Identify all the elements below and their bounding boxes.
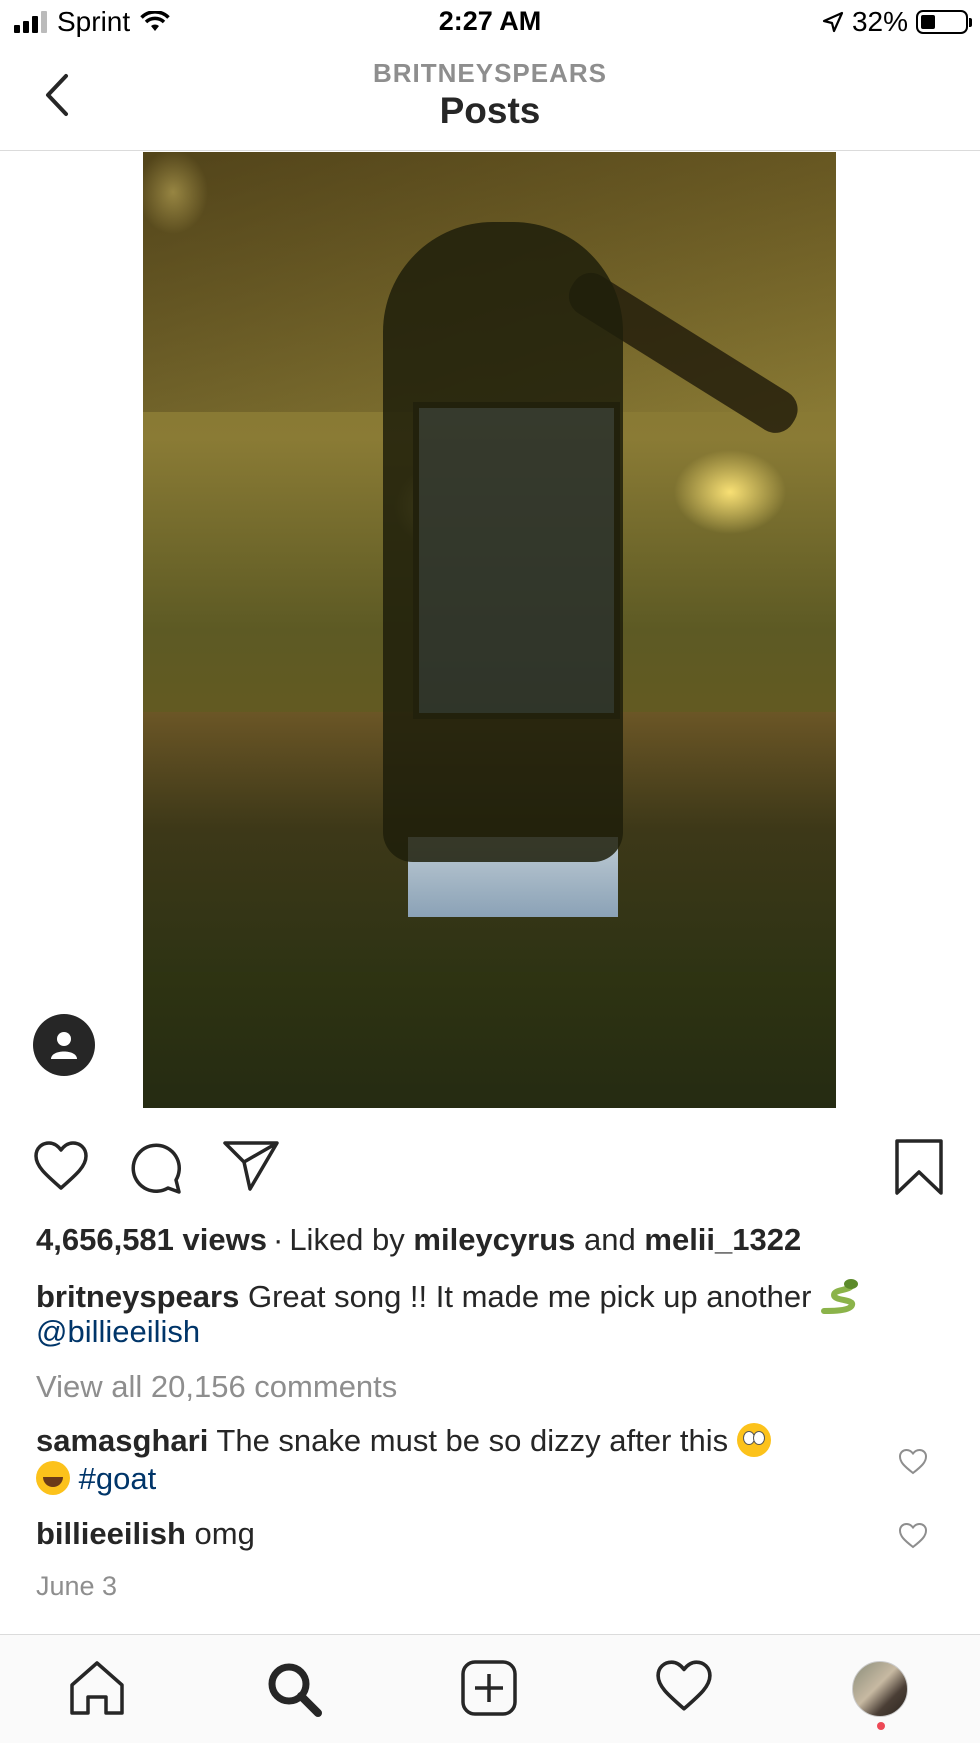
battery-icon [916,10,972,34]
profile-username[interactable]: BRITNEYSPEARS [0,58,980,89]
comment-item: samasghari The snake must be so dizzy af… [36,1423,771,1459]
engagement-line: 4,656,581 views · Liked by mileycyrus and … [36,1222,801,1258]
liked-by-label: Liked by [289,1222,405,1257]
snake-emoji-icon [821,1279,859,1314]
paper-plane-icon[interactable] [222,1138,280,1192]
comment-item: billieeilish omg [36,1516,255,1552]
tagged-users-button[interactable] [33,1014,95,1076]
status-bar: Sprint 2:27 AM 32% [0,0,980,46]
comment-like-heart-icon[interactable] [898,1522,928,1550]
laughing-emoji-icon [36,1461,70,1495]
status-right: 32% [822,6,972,38]
nav-header: BRITNEYSPEARS Posts [0,46,980,151]
page-title: Posts [439,90,541,131]
liker-username[interactable]: melii_1322 [644,1222,801,1257]
comment-hashtag[interactable]: #goat [79,1461,157,1496]
video-figure [383,222,623,862]
plus-square-icon[interactable] [460,1659,518,1717]
location-arrow-icon [822,11,844,33]
comment-text: The snake must be so dizzy after this [216,1423,729,1458]
caption-username[interactable]: britneyspears [36,1279,239,1314]
comment-username[interactable]: samasghari [36,1423,208,1458]
separator-dot: · [272,1222,284,1257]
bottom-tab-bar [0,1634,980,1743]
comment-item-continuation: #goat [36,1461,156,1497]
search-icon[interactable] [264,1659,324,1719]
liker-username[interactable]: mileycyrus [413,1222,575,1257]
caption-mention[interactable]: @billieeilish [36,1314,200,1350]
comment-username[interactable]: billieeilish [36,1516,186,1551]
and-label: and [584,1222,636,1257]
heart-icon[interactable] [33,1140,89,1192]
heart-icon[interactable] [655,1659,713,1713]
caption: britneyspears Great song !! It made me p… [36,1277,860,1315]
battery-percent: 32% [851,6,908,37]
speech-bubble-icon[interactable] [128,1140,184,1196]
caption-text: Great song !! It made me pick up another [247,1279,812,1314]
home-icon[interactable] [68,1659,126,1717]
post-video[interactable] [143,152,836,1108]
notification-dot [877,1722,885,1730]
comment-like-heart-icon[interactable] [898,1448,928,1476]
profile-avatar[interactable] [852,1661,908,1717]
eye-roll-emoji-icon [736,1423,771,1457]
bookmark-icon[interactable] [893,1138,945,1196]
comment-text: omg [194,1516,255,1551]
post-date: June 3 [36,1571,118,1601]
view-count[interactable]: 4,656,581 views [36,1222,267,1257]
view-all-comments-link[interactable]: View all 20,156 comments [36,1369,397,1405]
user-tag-icon [51,1032,77,1059]
